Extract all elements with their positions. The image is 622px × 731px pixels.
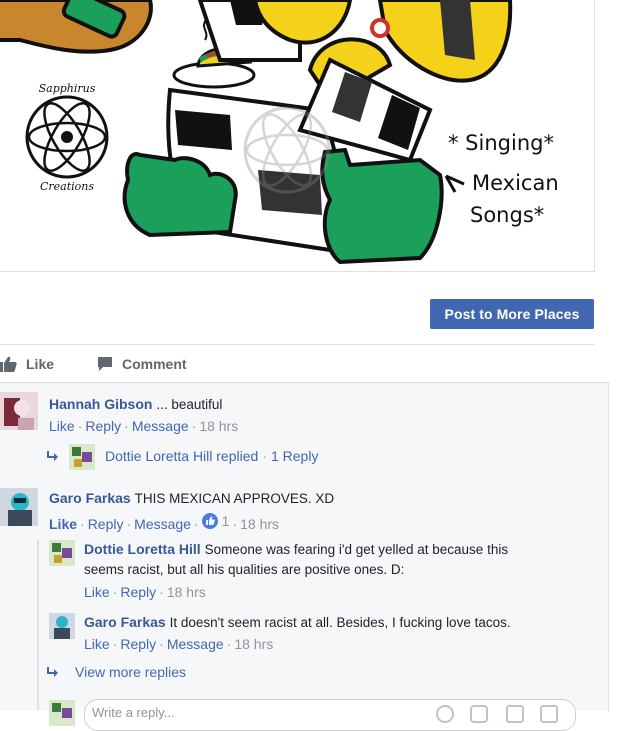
svg-text:Creations: Creations	[40, 180, 94, 193]
emoji-icon[interactable]	[436, 705, 454, 723]
like-reaction-icon	[201, 513, 218, 529]
avatar[interactable]	[0, 488, 38, 526]
comment-reply-link[interactable]: Reply	[88, 516, 124, 532]
comment-like-link[interactable]: Like	[49, 516, 77, 532]
comment-text: Someone was fearing i'd get yelled at be…	[204, 542, 509, 557]
divider	[0, 344, 594, 345]
image-caption: * Singing* Mexican Songs*	[444, 131, 559, 227]
comment-label: Comment	[122, 356, 187, 372]
comment-timestamp[interactable]: 18 hrs	[199, 418, 238, 434]
post-to-more-places-button[interactable]: Post to More Places	[430, 299, 594, 329]
view-more-replies-link[interactable]: View more replies	[75, 664, 186, 680]
sticker-icon[interactable]	[540, 705, 558, 723]
comment-reply-link[interactable]: Reply	[120, 584, 156, 600]
avatar	[49, 700, 75, 726]
replies-summary-name[interactable]: Dottie Loretta Hill replied	[105, 448, 258, 464]
comment-like-link[interactable]: Like	[49, 418, 75, 434]
avatar[interactable]	[0, 392, 38, 430]
comment-body: Garo Farkas THIS MEXICAN APPROVES. XD	[49, 490, 334, 506]
commenter-name[interactable]: Dottie Loretta Hill	[84, 541, 201, 557]
comment-button[interactable]: Comment	[96, 354, 187, 374]
avatar[interactable]	[49, 540, 75, 566]
comment-body: Hannah Gibson ... beautiful	[49, 396, 222, 412]
comment-text-continued: seems racist, but all his qualities are …	[84, 562, 405, 577]
thumbs-up-icon	[0, 356, 17, 372]
post-image[interactable]: Sapphirus Creations * Singing* Mexican S…	[0, 0, 595, 272]
commenter-name[interactable]: Hannah Gibson	[49, 396, 152, 412]
watermark-logo-left: Sapphirus Creations	[25, 82, 109, 193]
reply-arrow-icon	[47, 667, 58, 677]
reply-arrow-icon	[47, 451, 58, 461]
avatar[interactable]	[69, 444, 95, 470]
like-label: Like	[26, 356, 55, 372]
commenter-name[interactable]: Garo Farkas	[49, 490, 131, 506]
svg-text:Mexican: Mexican	[472, 171, 559, 195]
comment-actions: Like · Reply · 18 hrs	[84, 584, 206, 600]
comment-like-link[interactable]: Like	[84, 636, 110, 652]
comment-icon	[98, 357, 112, 371]
comment-message-link[interactable]: Message	[132, 418, 189, 434]
svg-text:Sapphirus: Sapphirus	[39, 82, 96, 95]
reactions-count[interactable]: 1	[201, 513, 229, 529]
comment-reply-link[interactable]: Reply	[85, 418, 121, 434]
replies-count[interactable]: 1 Reply	[271, 448, 318, 464]
svg-text:Songs*: Songs*	[470, 203, 544, 227]
comment-timestamp[interactable]: 18 hrs	[240, 516, 279, 532]
comment-timestamp[interactable]: 18 hrs	[234, 636, 273, 652]
comment-text: ... beautiful	[156, 397, 223, 412]
avatar[interactable]	[49, 613, 75, 639]
reply-input-placeholder: Write a reply...	[92, 705, 175, 720]
gif-icon[interactable]	[506, 705, 524, 723]
comment-actions: Like · Reply · Message · 1 · 18 hrs	[49, 513, 280, 532]
comment-actions: Like · Reply · Message · 18 hrs	[84, 636, 274, 652]
camera-icon[interactable]	[470, 705, 488, 723]
replies-summary-link[interactable]: Dottie Loretta Hill replied · 1 Reply	[105, 448, 318, 464]
svg-text:* Singing*: * Singing*	[448, 131, 554, 155]
like-button[interactable]: Like	[0, 354, 54, 374]
commenter-name[interactable]: Garo Farkas	[84, 614, 166, 630]
comment-like-link[interactable]: Like	[84, 584, 110, 600]
comment-actions: Like · Reply · Message · 18 hrs	[49, 418, 239, 434]
comment-message-link[interactable]: Message	[167, 636, 224, 652]
comment-text: It doesn't seem racist at all. Besides, …	[169, 615, 511, 630]
comment-timestamp[interactable]: 18 hrs	[167, 584, 206, 600]
comment-message-link[interactable]: Message	[134, 516, 191, 532]
comment-reply-link[interactable]: Reply	[120, 636, 156, 652]
reply-body: Dottie Loretta Hill Someone was fearing …	[84, 541, 508, 557]
reply-body: Garo Farkas It doesn't seem racist at al…	[84, 614, 511, 630]
thread-line	[37, 540, 39, 710]
comment-text: THIS MEXICAN APPROVES. XD	[134, 491, 335, 506]
